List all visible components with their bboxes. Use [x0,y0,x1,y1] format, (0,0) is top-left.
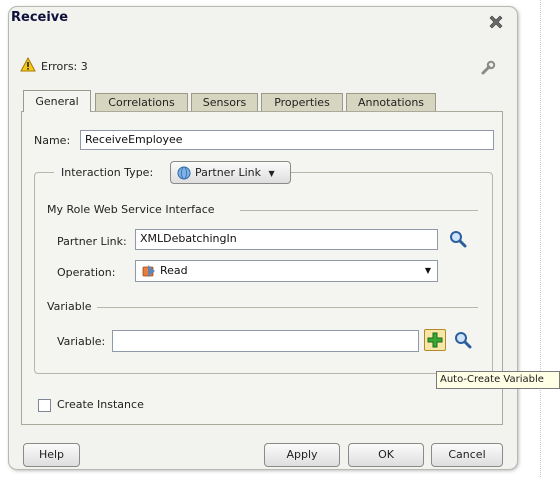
dialog-title: Receive [11,10,69,25]
browse-variable-search-icon[interactable] [454,331,472,349]
operation-read-icon [142,265,155,277]
cancel-button[interactable]: Cancel [431,443,503,467]
help-button[interactable]: Help [23,443,80,467]
tab-sensors-label: Sensors [202,96,247,109]
variable-input[interactable] [112,330,419,352]
variable-divider [97,307,478,308]
auto-create-variable-tooltip: Auto-Create Variable [436,371,560,389]
background-dotted-guide [540,0,541,477]
name-label: Name: [34,134,71,147]
errors-count-text: Errors: 3 [41,60,88,73]
variable-label: Variable: [57,335,106,348]
tab-general[interactable]: General [23,90,91,112]
apply-button[interactable]: Apply [264,443,340,467]
my-role-divider [240,210,478,211]
operation-label: Operation: [57,266,116,279]
interaction-type-dropdown[interactable]: Partner Link ▼ [170,161,291,184]
close-icon[interactable] [487,13,505,31]
interaction-type-value: Partner Link [195,166,261,179]
partner-link-input[interactable]: XMLDebatchingIn [135,229,438,250]
auto-create-variable-button[interactable] [424,329,446,351]
tab-correlations-label: Correlations [108,96,175,109]
create-instance-label: Create Instance [57,398,144,411]
add-icon [427,332,443,348]
tab-annotations-label: Annotations [357,96,425,109]
chevron-down-icon: ▼ [268,169,275,178]
interaction-type-label: Interaction Type: [61,166,154,179]
tab-sensors[interactable]: Sensors [191,93,258,111]
partner-link-icon [177,166,191,180]
operation-dropdown[interactable]: Read ▼ [135,260,438,282]
chevron-down-icon: ▼ [424,266,431,275]
my-role-group-label: My Role Web Service Interface [47,203,215,216]
name-input[interactable]: ReceiveEmployee [80,130,494,150]
operation-value: Read [160,264,188,277]
tab-properties-label: Properties [274,96,330,109]
partner-link-label: Partner Link: [57,235,127,248]
variable-group-label: Variable [47,300,92,313]
wrench-icon[interactable] [480,60,496,76]
ok-button[interactable]: OK [348,443,424,467]
create-instance-checkbox[interactable] [38,399,51,412]
tab-correlations[interactable]: Correlations [95,93,188,111]
tab-properties[interactable]: Properties [261,93,343,111]
tab-general-label: General [35,95,79,108]
warning-icon [20,57,36,72]
browse-partner-link-search-icon[interactable] [449,230,467,248]
tab-annotations[interactable]: Annotations [346,93,436,111]
